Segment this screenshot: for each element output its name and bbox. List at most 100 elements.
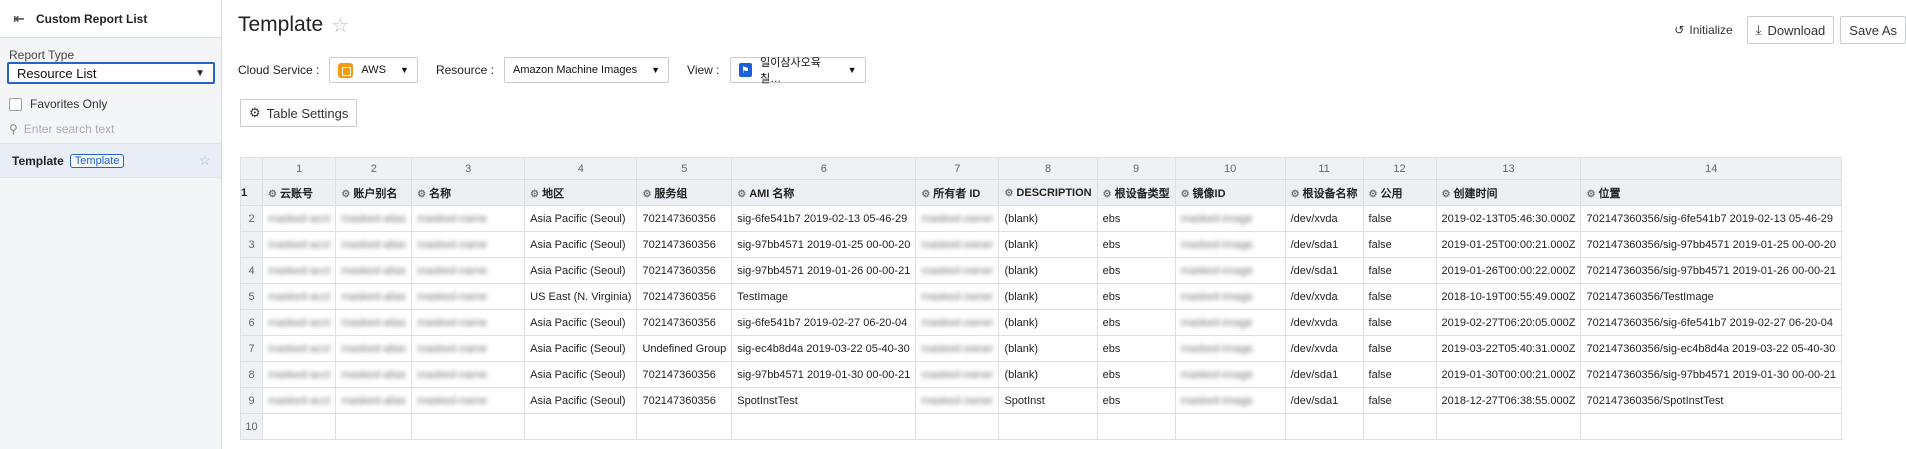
table-cell[interactable]: masked-owner: [915, 205, 1000, 232]
table-cell[interactable]: masked-name: [411, 387, 526, 414]
column-header[interactable]: ⚙ 创建时间: [1435, 179, 1582, 206]
table-settings-button[interactable]: ⚙ Table Settings: [240, 99, 358, 127]
table-cell[interactable]: (blank): [998, 205, 1098, 232]
table-cell[interactable]: masked-acct: [261, 257, 337, 284]
table-cell[interactable]: [636, 413, 733, 440]
table-row[interactable]: 5 masked-acct masked-alias masked-name US Ea…: [240, 283, 1843, 310]
table-cell[interactable]: 2018-12-27T06:38:55.000Z: [1435, 387, 1582, 414]
table-cell[interactable]: (blank): [998, 335, 1098, 362]
column-header[interactable]: ⚙ 账户别名: [335, 179, 413, 206]
table-cell[interactable]: false: [1362, 335, 1437, 362]
table-cell[interactable]: Asia Pacific (Seoul): [524, 231, 638, 258]
table-cell[interactable]: sig-ec4b8d4a 2019-03-22 05-40-30: [731, 335, 917, 362]
table-cell[interactable]: false: [1362, 205, 1437, 232]
table-cell[interactable]: 702147360356/sig-6fe541b7 2019-02-27 06-…: [1580, 309, 1843, 336]
download-button[interactable]: ⤓ Download: [1746, 16, 1835, 44]
table-cell[interactable]: [915, 413, 1000, 440]
table-cell[interactable]: 702147360356: [636, 205, 733, 232]
table-row[interactable]: 8 masked-acct masked-alias masked-name Asia …: [240, 361, 1843, 388]
table-cell[interactable]: false: [1362, 361, 1437, 388]
table-cell[interactable]: /dev/xvda: [1284, 283, 1364, 310]
table-cell[interactable]: false: [1362, 387, 1437, 414]
column-header[interactable]: ⚙ 所有者 ID: [915, 179, 1000, 206]
column-header[interactable]: ⚙ 公用: [1362, 179, 1437, 206]
column-header[interactable]: ⚙ 云账号: [261, 179, 337, 206]
table-cell[interactable]: 702147360356: [636, 309, 733, 336]
gear-icon[interactable]: ⚙: [341, 189, 350, 200]
table-cell[interactable]: [1284, 413, 1364, 440]
table-cell[interactable]: masked-owner: [915, 361, 1000, 388]
column-number[interactable]: 5: [636, 157, 733, 180]
gear-icon[interactable]: ⚙: [530, 189, 539, 200]
table-cell[interactable]: 2019-01-25T00:00:21.000Z: [1435, 231, 1582, 258]
table-cell[interactable]: [335, 413, 413, 440]
search-input[interactable]: Enter search text: [24, 122, 115, 136]
table-cell[interactable]: masked-acct: [261, 387, 337, 414]
table-cell[interactable]: sig-6fe541b7 2019-02-13 05-46-29: [731, 205, 917, 232]
gear-icon[interactable]: ⚙: [1103, 189, 1112, 200]
gear-icon[interactable]: ⚙: [417, 189, 426, 200]
table-cell[interactable]: Asia Pacific (Seoul): [524, 387, 638, 414]
table-cell[interactable]: ebs: [1096, 283, 1176, 310]
table-cell[interactable]: [1435, 413, 1582, 440]
table-cell[interactable]: Asia Pacific (Seoul): [524, 335, 638, 362]
column-header[interactable]: ⚙ DESCRIPTION: [998, 179, 1098, 206]
table-cell[interactable]: masked-image: [1174, 257, 1286, 284]
table-cell[interactable]: (blank): [998, 231, 1098, 258]
table-cell[interactable]: 2019-01-30T00:00:21.000Z: [1435, 361, 1582, 388]
table-cell[interactable]: (blank): [998, 361, 1098, 388]
table-cell[interactable]: 702147360356: [636, 231, 733, 258]
table-cell[interactable]: [1174, 413, 1286, 440]
table-cell[interactable]: masked-name: [411, 205, 526, 232]
table-cell[interactable]: masked-owner: [915, 231, 1000, 258]
table-cell[interactable]: [261, 413, 337, 440]
table-cell[interactable]: sig-97bb4571 2019-01-30 00-00-21: [731, 361, 917, 388]
table-row[interactable]: 7 masked-acct masked-alias masked-name Asia …: [240, 335, 1843, 362]
gear-icon[interactable]: ⚙: [1004, 188, 1013, 199]
table-cell[interactable]: false: [1362, 231, 1437, 258]
column-number[interactable]: 13: [1435, 157, 1582, 180]
table-cell[interactable]: masked-name: [411, 309, 526, 336]
table-cell[interactable]: masked-image: [1174, 283, 1286, 310]
report-list-item[interactable]: Template Template ☆: [0, 144, 221, 178]
table-cell[interactable]: masked-owner: [915, 257, 1000, 284]
table-cell[interactable]: 702147360356: [636, 387, 733, 414]
gear-icon[interactable]: ⚙: [1181, 189, 1190, 200]
table-cell[interactable]: US East (N. Virginia): [524, 283, 638, 310]
table-cell[interactable]: SpotInst: [998, 387, 1098, 414]
gear-icon[interactable]: ⚙: [642, 189, 651, 200]
cloud-service-select[interactable]: AWS ▼: [329, 57, 418, 83]
table-cell[interactable]: masked-alias: [335, 205, 413, 232]
gear-icon[interactable]: ⚙: [1586, 189, 1595, 200]
table-cell[interactable]: [1096, 413, 1176, 440]
table-cell[interactable]: masked-name: [411, 257, 526, 284]
table-cell[interactable]: false: [1362, 309, 1437, 336]
favorites-checkbox[interactable]: [9, 97, 22, 111]
table-row[interactable]: 3 masked-acct masked-alias masked-name Asia …: [240, 231, 1843, 258]
table-cell[interactable]: masked-owner: [915, 387, 1000, 414]
table-cell[interactable]: 702147360356/SpotInstTest: [1580, 387, 1843, 414]
column-header[interactable]: ⚙ 根设备类型: [1096, 179, 1176, 206]
collapse-list-icon[interactable]: ⇤: [10, 11, 28, 27]
table-cell[interactable]: masked-image: [1174, 231, 1286, 258]
table-cell[interactable]: /dev/xvda: [1284, 335, 1364, 362]
table-cell[interactable]: /dev/sda1: [1284, 387, 1364, 414]
table-cell[interactable]: false: [1362, 283, 1437, 310]
column-header[interactable]: ⚙ 地区: [524, 179, 638, 206]
column-number[interactable]: 12: [1362, 157, 1437, 180]
table-cell[interactable]: Asia Pacific (Seoul): [524, 257, 638, 284]
table-cell[interactable]: masked-image: [1174, 205, 1286, 232]
table-cell[interactable]: masked-name: [411, 335, 526, 362]
table-cell[interactable]: masked-owner: [915, 309, 1000, 336]
table-cell[interactable]: ebs: [1096, 361, 1176, 388]
table-cell[interactable]: [998, 413, 1098, 440]
table-cell[interactable]: 702147360356: [636, 283, 733, 310]
table-cell[interactable]: 702147360356/sig-ec4b8d4a 2019-03-22 05-…: [1580, 335, 1843, 362]
column-number[interactable]: 4: [524, 157, 638, 180]
column-number[interactable]: 14: [1580, 157, 1843, 180]
gear-icon[interactable]: ⚙: [1291, 189, 1300, 200]
table-cell[interactable]: /dev/sda1: [1284, 361, 1364, 388]
table-cell[interactable]: 702147360356/sig-97bb4571 2019-01-26 00-…: [1580, 257, 1843, 284]
table-cell[interactable]: masked-alias: [335, 257, 413, 284]
table-cell[interactable]: SpotInstTest: [731, 387, 917, 414]
